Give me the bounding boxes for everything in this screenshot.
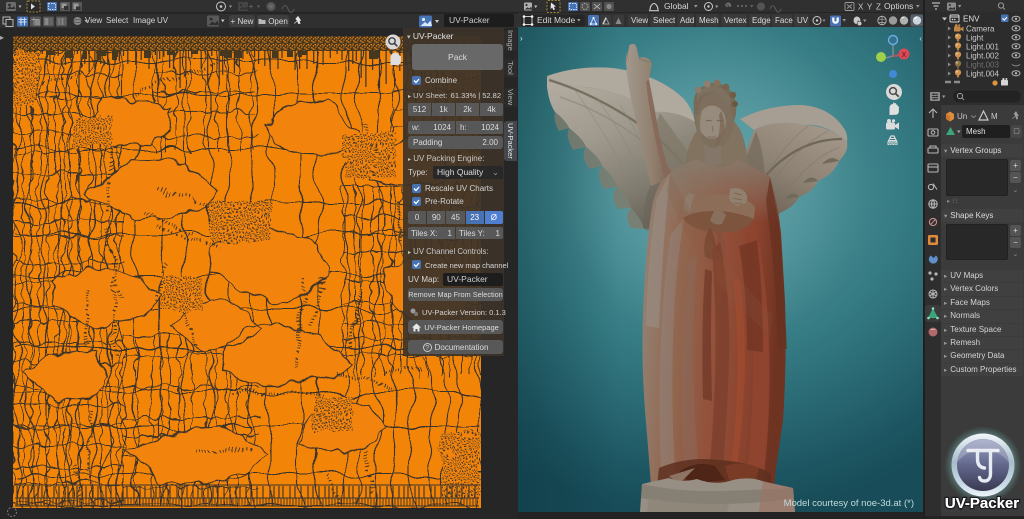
svg-text:Light.002: Light.002	[966, 52, 999, 61]
svg-text:ENV: ENV	[963, 15, 980, 24]
svg-text:Un: Un	[957, 112, 967, 121]
svg-text:Y: Y	[867, 3, 873, 12]
svg-text:Z: Z	[876, 3, 881, 12]
svg-text:Global: Global	[664, 1, 689, 11]
svg-text:Light.004: Light.004	[966, 70, 999, 79]
svg-text:Select: Select	[653, 16, 676, 25]
svg-text:Add: Add	[680, 16, 694, 25]
svg-text:Camera: Camera	[966, 25, 995, 34]
svg-text:Light.003: Light.003	[966, 61, 999, 70]
svg-text:UV: UV	[797, 16, 809, 25]
svg-text:Edit Mode: Edit Mode	[537, 15, 576, 25]
svg-text:Light.001: Light.001	[966, 43, 999, 52]
svg-text:Vertex: Vertex	[724, 16, 747, 25]
svg-text:Face: Face	[775, 16, 793, 25]
svg-text:UV-Packer: UV-Packer	[945, 495, 1019, 512]
svg-text:M: M	[991, 112, 998, 121]
svg-text:Edge: Edge	[752, 16, 771, 25]
svg-text:Light: Light	[966, 34, 984, 43]
svg-text:X: X	[858, 3, 864, 12]
svg-text:Mesh: Mesh	[699, 16, 719, 25]
svg-text:View: View	[631, 16, 648, 25]
svg-text:Options: Options	[884, 1, 913, 11]
svg-text:X: X	[902, 52, 907, 59]
